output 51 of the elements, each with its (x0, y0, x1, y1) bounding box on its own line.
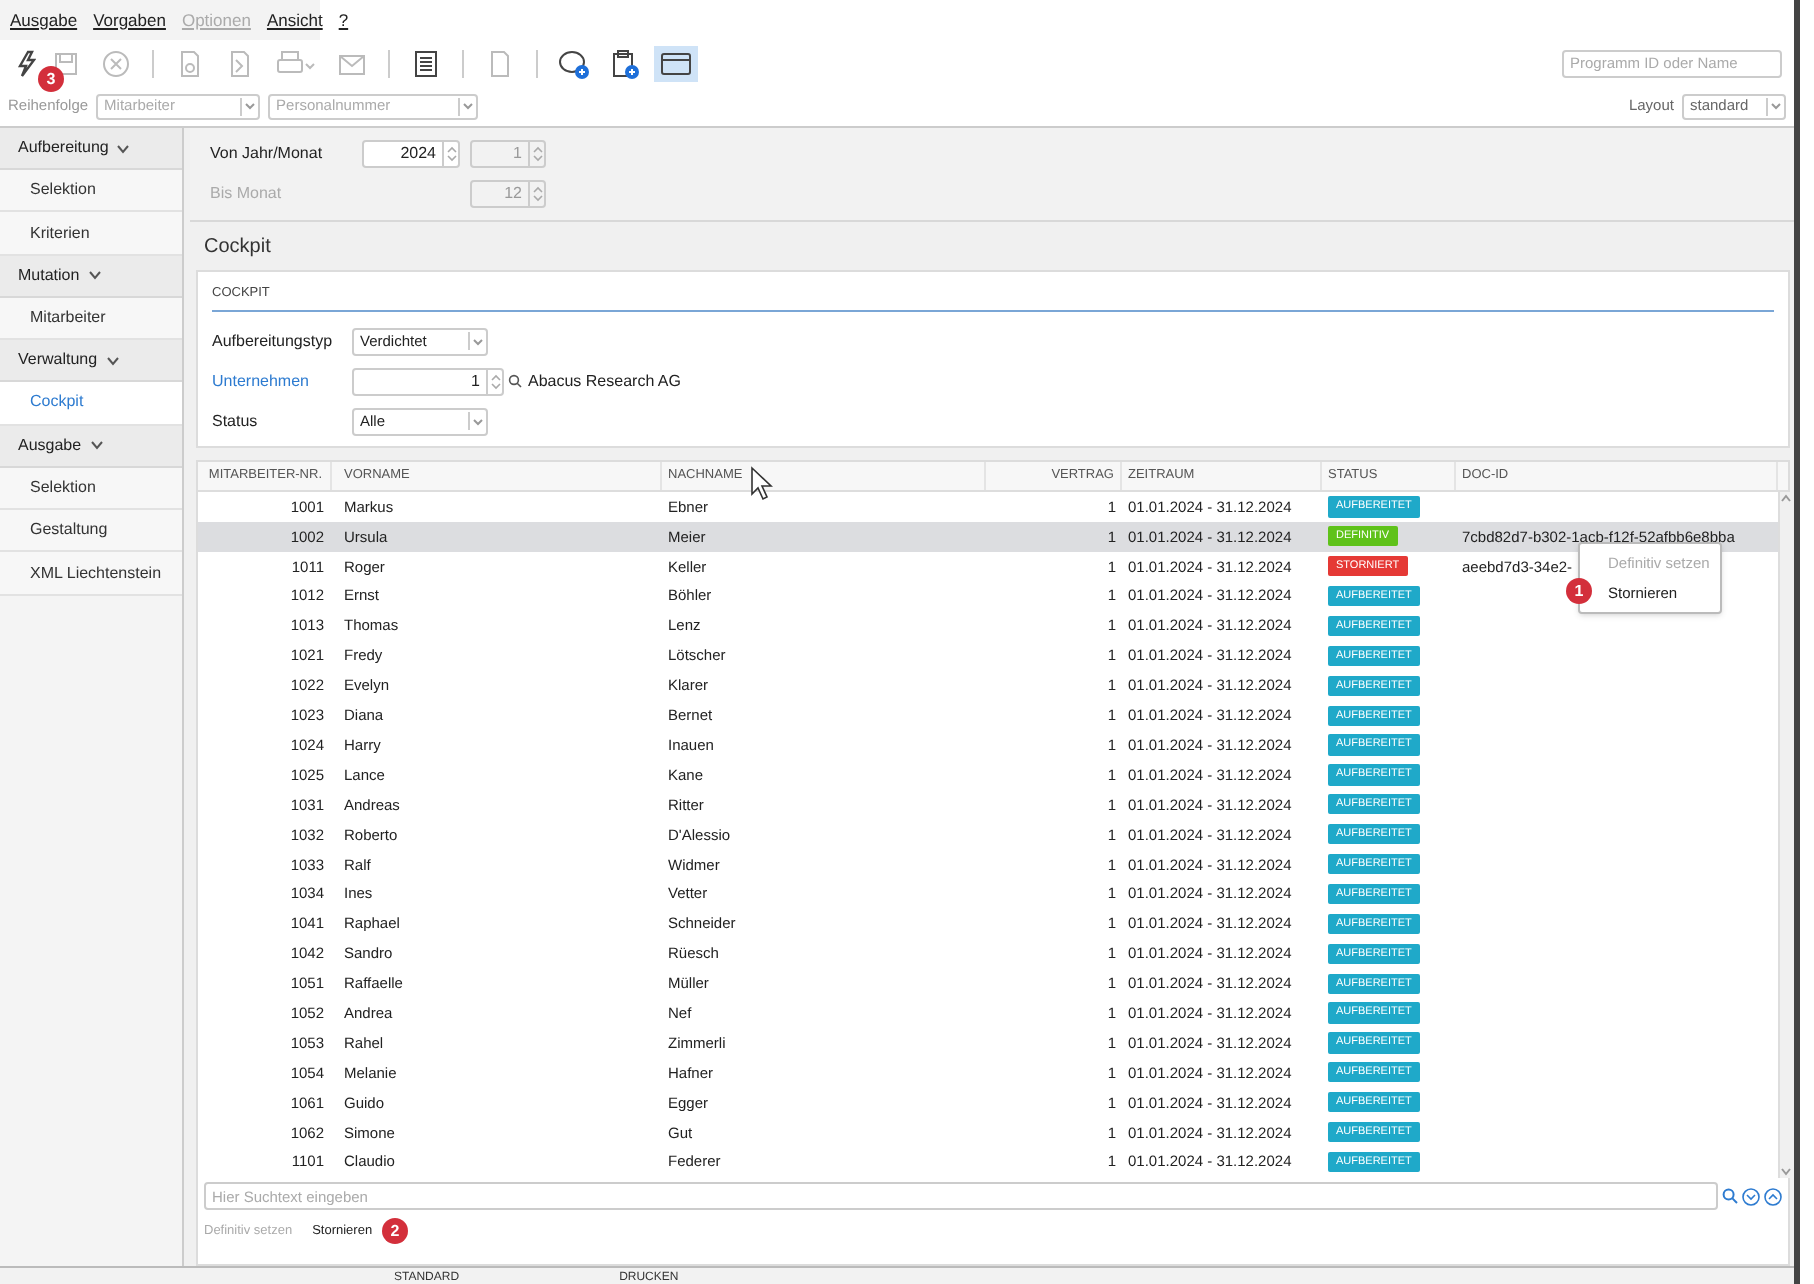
toolbar-button[interactable] (12, 49, 36, 77)
printer-icon (274, 47, 318, 79)
caret-down-icon (1770, 102, 1782, 110)
arrow-down-icon (1780, 1168, 1792, 1176)
caret-down-icon (462, 102, 475, 110)
search-icon[interactable] (1722, 1188, 1738, 1204)
sidebar-group[interactable]: Mutation (0, 255, 182, 298)
caret-down-icon (472, 417, 484, 426)
chevron-down-icon (105, 355, 120, 366)
clipboard-plus-icon (608, 47, 640, 79)
menu-item[interactable]: ? (338, 7, 349, 33)
chevron-up-circle-icon[interactable] (1764, 1187, 1782, 1205)
circle-x-icon (100, 47, 132, 79)
company-name: Abacus Research AG (526, 369, 681, 394)
sidebar-group[interactable]: Ausgabe (0, 425, 182, 468)
spinner-arrows-icon (445, 144, 457, 164)
search-icon (507, 374, 521, 389)
toolbar-button[interactable] (554, 45, 594, 81)
menu-item[interactable]: Vorgaben (93, 7, 166, 33)
sidebar-group[interactable]: Verwaltung (0, 340, 182, 383)
spinner-arrows-icon (531, 144, 543, 164)
toolbar-button[interactable] (654, 45, 698, 81)
chevron-down-icon (89, 440, 104, 451)
field-label: Status (212, 409, 260, 434)
chevron-down-icon (87, 270, 102, 281)
field-label: Bis Monat (210, 182, 284, 206)
field-link[interactable]: Unternehmen (212, 369, 352, 394)
caret-down-icon (472, 337, 484, 346)
step-marker: 3 (38, 66, 64, 92)
spinner-arrows-icon (489, 371, 501, 392)
chevron-down-circle-icon[interactable] (1742, 1187, 1760, 1205)
step-marker: 2 (382, 1218, 408, 1244)
scrollbar[interactable] (1778, 492, 1792, 1178)
spinner-arrows-icon (531, 184, 543, 204)
window-icon (658, 47, 694, 79)
menu-item[interactable]: Ausgabe (10, 7, 78, 33)
notepad-icon (410, 47, 442, 79)
arrow-up-icon (1780, 494, 1792, 502)
company-spinner[interactable]: 1 (352, 367, 504, 396)
menu-item[interactable]: Ansicht (266, 7, 323, 33)
chevron-down-icon (116, 143, 131, 153)
year-spinner[interactable]: 2024 (362, 140, 460, 168)
caret-down-icon (244, 102, 257, 110)
sidebar-item[interactable]: Cockpit (0, 382, 182, 426)
lightning-icon (12, 47, 36, 79)
speech-bubble-plus-icon (558, 47, 590, 79)
field-label: Von Jahr/Monat (210, 142, 325, 166)
field-label: Aufbereitungstyp (212, 329, 335, 354)
sidebar-item[interactable]: Selektion (0, 467, 182, 510)
section-title: Cockpit (202, 233, 273, 261)
sidebar-group[interactable]: Aufbereitung (0, 128, 182, 170)
